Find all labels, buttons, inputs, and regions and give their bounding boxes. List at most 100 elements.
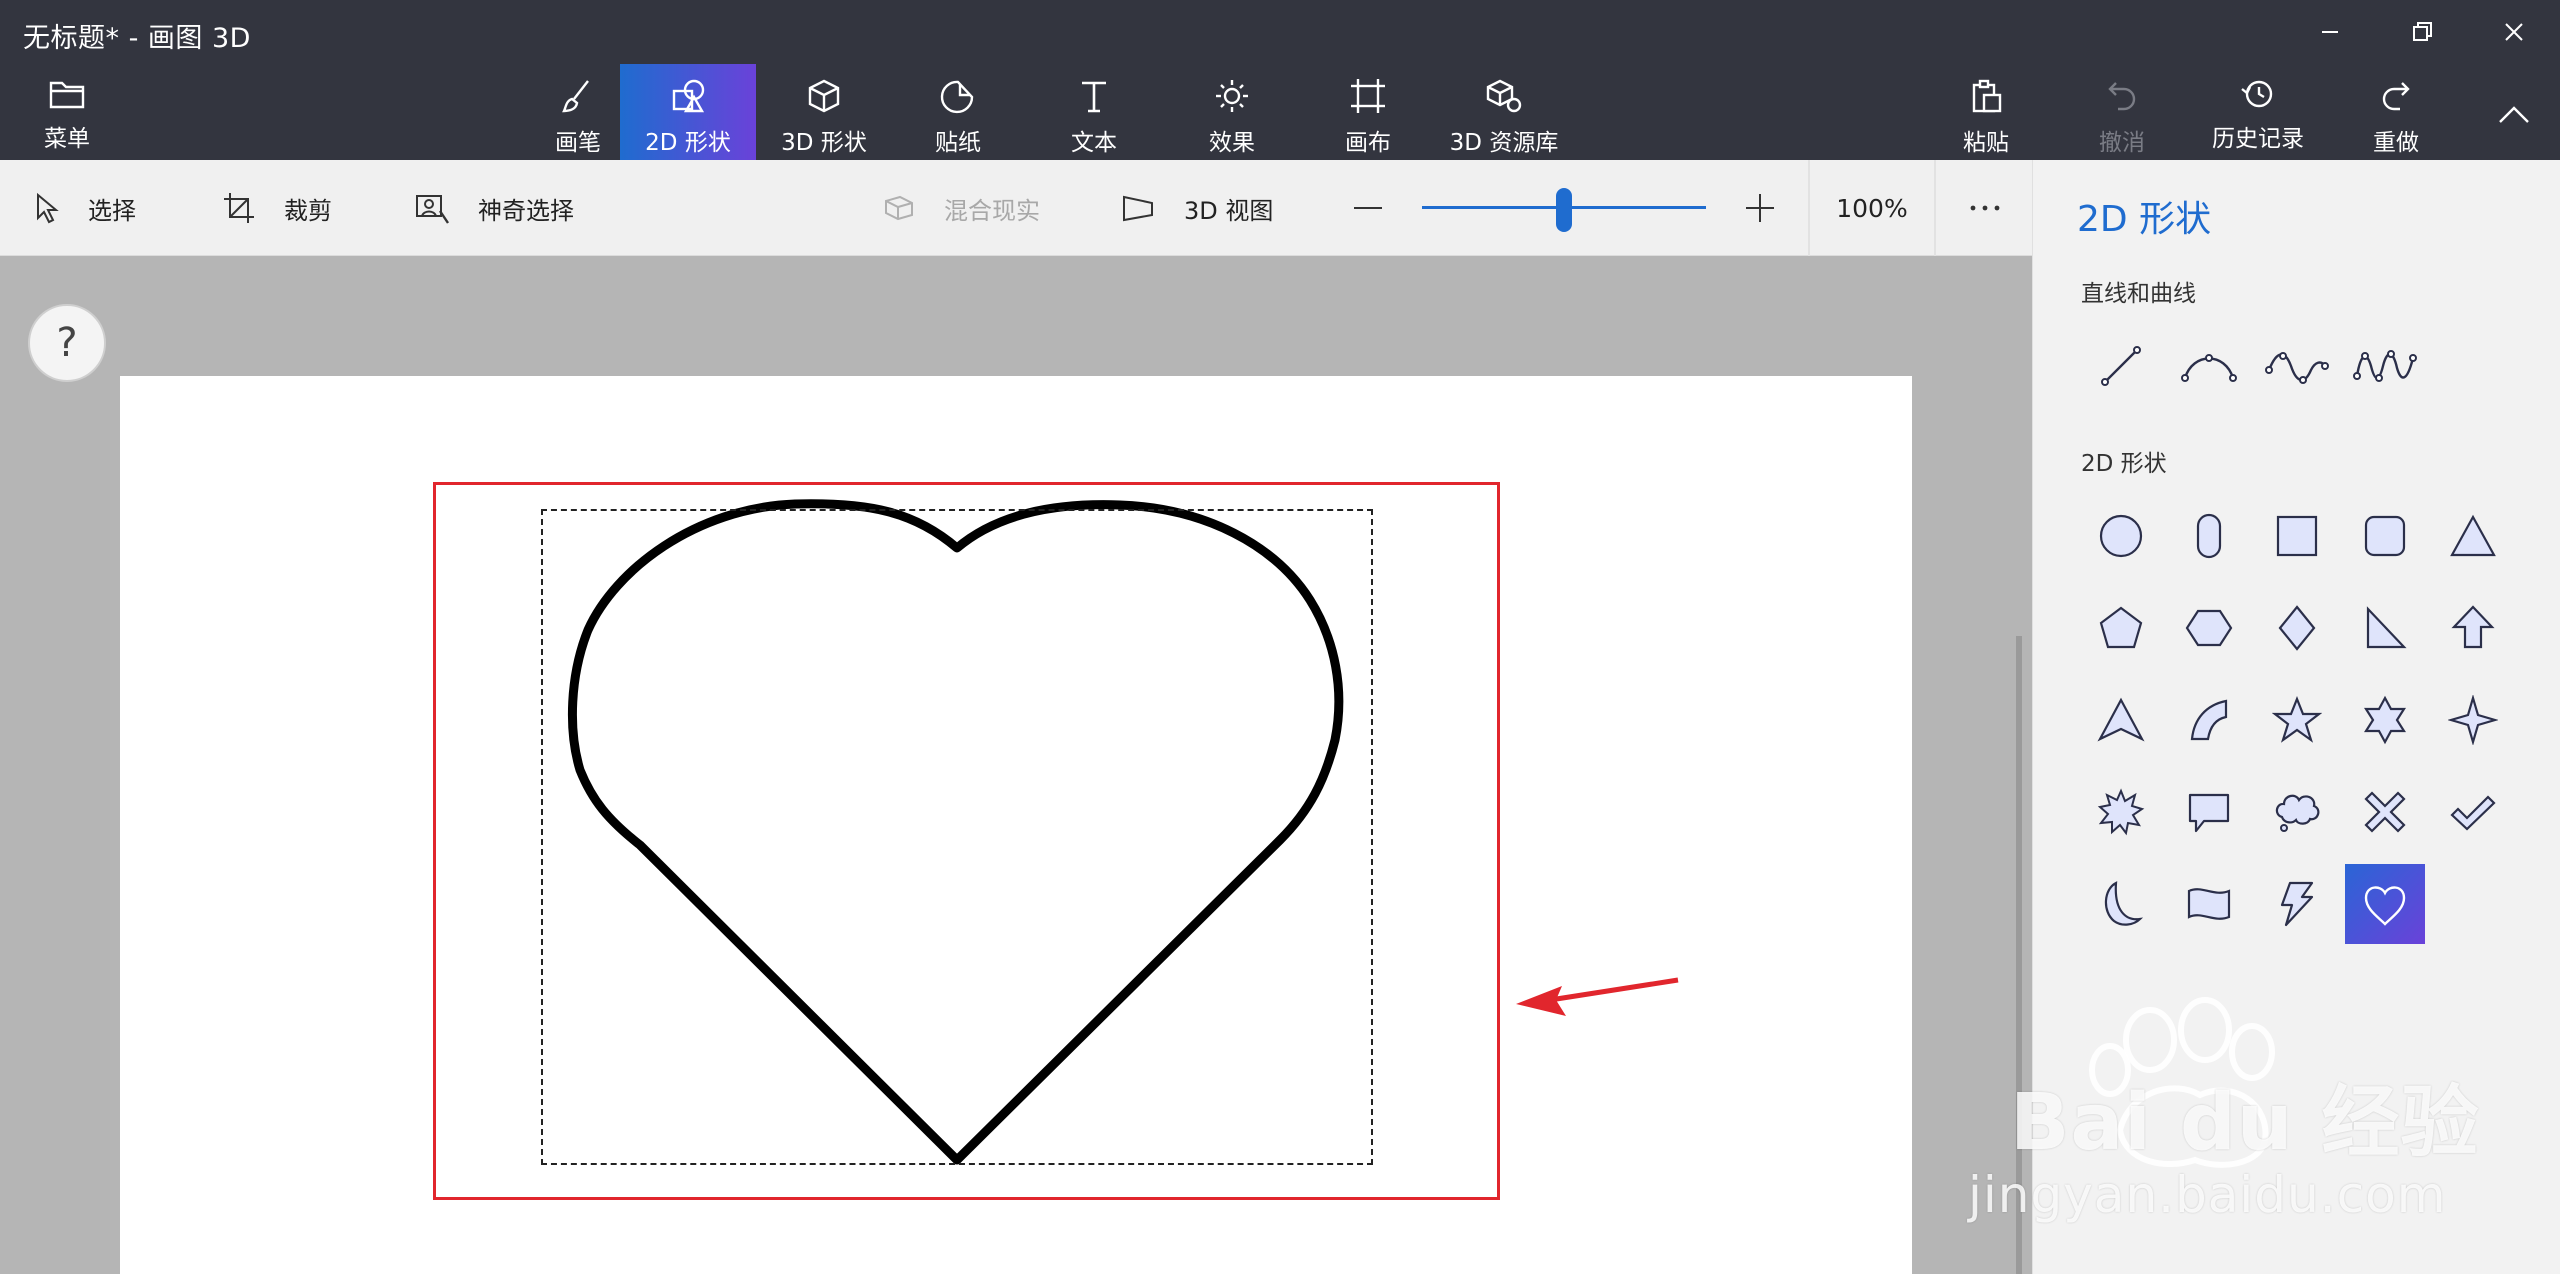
lightning-icon bbox=[2280, 881, 2314, 927]
crescent-shape-button[interactable] bbox=[2081, 864, 2161, 944]
zoom-slider[interactable] bbox=[1422, 188, 1706, 232]
check-mark-shape-button[interactable] bbox=[2433, 772, 2513, 852]
pill-shape-button[interactable] bbox=[2169, 496, 2249, 576]
tool-brushes[interactable]: 画笔 bbox=[520, 64, 636, 160]
diamond-shape-button[interactable] bbox=[2257, 588, 2337, 668]
star-shape-button[interactable] bbox=[2257, 680, 2337, 760]
heart-shape-button[interactable] bbox=[2345, 864, 2425, 944]
right-triangle-shape-button[interactable] bbox=[2345, 588, 2425, 668]
tool-text[interactable]: 文本 bbox=[1048, 64, 1140, 160]
arrowhead-shape-button[interactable] bbox=[2081, 680, 2161, 760]
burst-icon bbox=[2097, 788, 2145, 836]
line-shape-button[interactable] bbox=[2081, 326, 2161, 406]
red-annotation-frame bbox=[433, 482, 1500, 1200]
tool-3d-shapes[interactable]: 3D 形状 bbox=[772, 64, 876, 160]
burst-shape-button[interactable] bbox=[2081, 772, 2161, 852]
tool-canvas[interactable]: 画布 bbox=[1322, 64, 1414, 160]
3d-view-button[interactable]: 3D 视图 bbox=[1120, 160, 1273, 256]
up-arrow-shape-button[interactable] bbox=[2433, 588, 2513, 668]
zoom-slider-thumb[interactable] bbox=[1556, 188, 1572, 232]
tool-label: 贴纸 bbox=[935, 130, 981, 156]
watermark-text: Bai du 经验 bbox=[2010, 1078, 2480, 1168]
restore-button[interactable] bbox=[2376, 8, 2468, 56]
tool-label: 画笔 bbox=[555, 130, 601, 156]
rounded-square-shape-button[interactable] bbox=[2345, 496, 2425, 576]
menu-label: 菜单 bbox=[44, 126, 90, 152]
undo-icon bbox=[2108, 82, 2136, 111]
history-button[interactable]: 历史记录 bbox=[2202, 64, 2314, 160]
restore-icon bbox=[2413, 22, 2432, 41]
help-button[interactable]: ? bbox=[28, 304, 106, 382]
diamond-icon bbox=[2278, 605, 2316, 651]
magic-select-button[interactable]: 神奇选择 bbox=[414, 160, 574, 256]
triangle-icon bbox=[2450, 514, 2496, 557]
minimize-icon bbox=[2322, 31, 2338, 33]
zoom-out-minus-icon[interactable] bbox=[1350, 190, 1386, 226]
quarter-circle-icon bbox=[2190, 699, 2228, 741]
action-label: 历史记录 bbox=[2212, 126, 2304, 152]
tool-stickers[interactable]: 贴纸 bbox=[912, 64, 1004, 160]
quarter-circle-shape-button[interactable] bbox=[2169, 680, 2249, 760]
mixed-reality-icon bbox=[885, 195, 913, 221]
secondary-toolbar: 选择 裁剪 神奇选择 混合现实 3D 视图 100% bbox=[0, 160, 2032, 256]
effects-sun-icon bbox=[1216, 80, 1248, 112]
lightning-shape-button[interactable] bbox=[2257, 864, 2337, 944]
minimize-button[interactable] bbox=[2284, 8, 2376, 56]
2d-shapes-icon bbox=[672, 79, 705, 113]
3d-library-icon bbox=[1486, 79, 1522, 113]
wave-banner-shape-button[interactable] bbox=[2169, 864, 2249, 944]
speech-bubble-shape-button[interactable] bbox=[2169, 772, 2249, 852]
panel-title: 2D 形状 bbox=[2077, 199, 2212, 240]
window-title: 无标题* - 画图 3D bbox=[23, 23, 251, 54]
tool-label: 画布 bbox=[1345, 130, 1391, 156]
chevron-up-icon bbox=[2499, 106, 2529, 123]
tool-effects[interactable]: 效果 bbox=[1186, 64, 1278, 160]
3d-cube-icon bbox=[808, 79, 840, 113]
collapse-toolbar-button[interactable] bbox=[2468, 84, 2560, 144]
paste-button[interactable]: 粘贴 bbox=[1940, 64, 2032, 160]
zoom-percentage[interactable]: 100% bbox=[1810, 160, 1934, 256]
red-arrow-annotation bbox=[1516, 977, 1679, 1016]
star-six-icon bbox=[2363, 695, 2407, 745]
tool-3d-library[interactable]: 3D 资源库 bbox=[1446, 64, 1562, 160]
pentagon-shape-button[interactable] bbox=[2081, 588, 2161, 668]
watermark-url: jingyan.baidu.com bbox=[1968, 1166, 2447, 1224]
select-label: 选择 bbox=[88, 196, 136, 225]
select-button[interactable]: 选择 bbox=[32, 160, 136, 256]
x-mark-shape-button[interactable] bbox=[2345, 772, 2425, 852]
right-triangle-icon bbox=[2366, 606, 2407, 649]
s-curve-shape-button[interactable] bbox=[2257, 326, 2337, 406]
hexagon-icon bbox=[2185, 609, 2233, 647]
curve-shape-button[interactable] bbox=[2169, 326, 2249, 406]
history-icon bbox=[2241, 80, 2273, 108]
thought-bubble-shape-button[interactable] bbox=[2257, 772, 2337, 852]
undo-button[interactable]: 撤消 bbox=[2076, 64, 2168, 160]
divider bbox=[1934, 160, 1936, 256]
crop-button[interactable]: 裁剪 bbox=[222, 160, 332, 256]
more-options-button[interactable] bbox=[1950, 160, 2020, 256]
four-point-star-shape-button[interactable] bbox=[2433, 680, 2513, 760]
tool-2d-shapes[interactable]: 2D 形状 bbox=[620, 64, 756, 160]
top-toolbar: 无标题* - 画图 3D 菜单 画笔 2D 形状 3D 形状 贴纸 文本 效果 … bbox=[0, 0, 2560, 160]
redo-icon bbox=[2382, 82, 2410, 111]
arrowhead-icon bbox=[2097, 697, 2145, 742]
square-icon bbox=[2276, 515, 2318, 557]
circle-shape-button[interactable] bbox=[2081, 496, 2161, 576]
triangle-shape-button[interactable] bbox=[2433, 496, 2513, 576]
canvas-crop-icon bbox=[1351, 79, 1385, 113]
six-point-star-shape-button[interactable] bbox=[2345, 680, 2425, 760]
magic-select-icon bbox=[416, 195, 449, 224]
mixed-reality-button[interactable]: 混合现实 bbox=[882, 160, 1040, 256]
ellipsis-icon bbox=[1970, 205, 2000, 211]
zoom-in-plus-icon[interactable] bbox=[1742, 190, 1778, 226]
speech-bubble-icon bbox=[2188, 793, 2230, 833]
sticker-icon bbox=[940, 80, 974, 114]
close-button[interactable] bbox=[2468, 8, 2560, 56]
mixed-reality-label: 混合现实 bbox=[944, 196, 1040, 225]
text-icon bbox=[1082, 81, 1106, 113]
wave-curve-shape-button[interactable] bbox=[2345, 326, 2425, 406]
square-shape-button[interactable] bbox=[2257, 496, 2337, 576]
menu-button[interactable]: 菜单 bbox=[24, 64, 110, 160]
hexagon-shape-button[interactable] bbox=[2169, 588, 2249, 668]
redo-button[interactable]: 重做 bbox=[2350, 64, 2442, 160]
